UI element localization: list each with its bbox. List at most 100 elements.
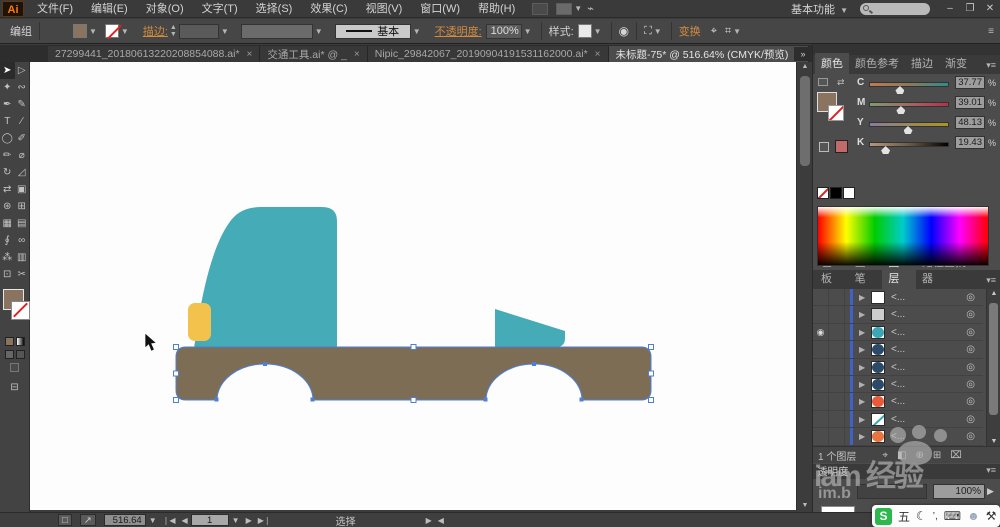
gradient-tool[interactable]: ▤ [15,215,30,232]
transparency-panel-menu-icon[interactable]: ▾≡ [982,465,1000,479]
visibility-toggle[interactable] [813,410,829,428]
menu-select[interactable]: 选择(S) [247,0,302,18]
cs-live-icon[interactable]: ⌁ [587,2,594,15]
eyedropper-tool[interactable]: ∮ [0,232,15,249]
visibility-toggle[interactable] [813,358,829,375]
variable-width-profile[interactable] [240,23,313,39]
target-icon[interactable]: ◎ [966,414,975,425]
target-icon[interactable]: ◎ [966,309,975,320]
stroke-weight-field[interactable] [178,23,219,39]
layer-row[interactable]: ▶ <... ◎ [813,428,983,446]
width-tool[interactable]: ⇄ [0,181,15,198]
isolate-icon[interactable]: ⌖ [711,25,717,38]
menu-edit[interactable]: 编辑(E) [82,0,137,18]
zoom-level-field[interactable]: 516.64 [103,514,146,526]
statusbar-left-arrow-icon[interactable]: ◀ [438,516,444,525]
slider-thumb-icon[interactable] [895,86,905,94]
layers-panel-menu-icon[interactable]: ▾≡ [982,275,1000,289]
magic-wand-tool[interactable]: ✦ [0,79,15,96]
channel-slider[interactable] [869,122,949,134]
layer-row[interactable]: ▶ <... ◎ [813,358,983,376]
style-swatch[interactable] [577,24,592,38]
ime-punct-icon[interactable]: ’, [933,511,938,522]
make-clip-mask-icon[interactable]: ◧ [897,450,906,461]
close-tab-icon[interactable]: × [595,49,601,60]
layer-thumbnail[interactable] [871,377,885,391]
stroke-weight-dropdown-icon[interactable]: ▼ [219,27,231,36]
blend-tool[interactable]: ∞ [15,232,30,249]
collapse-tools-icon[interactable]: ⊟ [10,382,18,393]
layer-row[interactable]: ▶ <... ◎ [813,306,983,324]
channel-slider[interactable] [869,142,949,154]
layer-label[interactable]: <... [891,431,905,442]
lock-toggle[interactable] [829,341,845,358]
paintbrush-tool[interactable]: ✐ [15,130,30,147]
first-artboard-icon[interactable]: ❘◀ [163,516,176,525]
artboard-canvas[interactable] [30,62,796,510]
expand-icon[interactable]: ▶ [859,293,865,302]
select-similar-dropdown-icon[interactable]: ▼ [731,27,743,36]
ellipse-tool[interactable]: ◯ [0,130,15,147]
visibility-toggle[interactable] [813,375,829,393]
white-chip[interactable] [843,187,855,199]
next-artboard-icon[interactable]: ▶ [246,516,252,525]
lasso-tool[interactable]: ∾ [15,79,30,96]
target-icon[interactable]: ◎ [966,292,975,303]
expand-icon[interactable]: ▶ [859,380,865,389]
expand-icon[interactable]: ▶ [859,363,865,372]
slider-thumb-icon[interactable] [903,126,913,134]
layer-thumbnail[interactable] [871,430,885,444]
new-layer-icon[interactable]: ⊞ [933,450,941,461]
menu-effect[interactable]: 效果(C) [301,0,356,18]
zoom-tool-mini-icon[interactable]: □ [58,514,72,526]
layer-thumbnail[interactable] [871,308,885,322]
lock-toggle[interactable] [829,306,845,323]
expand-icon[interactable]: ▶ [859,310,865,319]
fill-dropdown-icon[interactable]: ▼ [87,27,99,36]
expand-icon[interactable]: ▶ [859,328,865,337]
tab-stroke[interactable]: 描边 [905,53,939,74]
target-icon[interactable]: ◎ [966,379,975,390]
recolor-artwork-icon[interactable]: ◉ [619,24,629,38]
align-dropdown-icon[interactable]: ▼ [652,27,664,36]
layer-thumbnail[interactable] [871,343,885,357]
menu-window[interactable]: 窗口(W) [411,0,469,18]
target-icon[interactable]: ◎ [966,431,975,442]
target-icon[interactable]: ◎ [966,396,975,407]
canvas-vscrollbar[interactable]: ▲ ▼ [796,62,812,510]
statusbar-right-arrow-icon[interactable]: ▶ [426,516,432,525]
zoom-dropdown-icon[interactable]: ▼ [149,516,157,525]
doc-tab-2[interactable]: 交通工具.ai* @ _ × [260,46,368,62]
search-input[interactable] [860,2,930,15]
layer-label[interactable]: <... [891,344,905,355]
stroke-weight-stepper[interactable]: ▲ ▼ [168,24,179,38]
lock-toggle[interactable] [829,393,845,410]
control-panel-menu-icon[interactable]: ≡ [988,26,994,37]
slider-thumb-icon[interactable] [896,106,906,114]
target-icon[interactable]: ◎ [966,344,975,355]
layer-label[interactable]: <... [891,379,905,390]
ime-keyboard-icon[interactable]: ⌨ [944,509,961,523]
layer-row[interactable]: ▶ <... ◎ [813,289,983,307]
arrange-documents-icon[interactable] [556,2,573,15]
line-segment-tool[interactable]: ∕ [15,113,30,130]
style-dropdown-icon[interactable]: ▼ [592,27,604,36]
blend-mode-select[interactable] [857,484,927,499]
delete-layer-icon[interactable]: ⌧ [950,450,962,461]
black-chip[interactable] [830,187,842,199]
gradient-mode-button[interactable] [15,337,25,346]
fill-color-swatch[interactable] [73,24,87,38]
tab-color-guide[interactable]: 颜色参考 [849,53,905,74]
artboard-dropdown-icon[interactable]: ▼ [232,516,240,525]
type-tool[interactable]: T [0,113,15,130]
channel-value-field[interactable]: 37.77 [955,76,985,89]
visibility-toggle[interactable] [813,289,829,306]
rotate-tool[interactable]: ↻ [0,164,15,181]
ime-wrench-icon[interactable]: ⚒ [986,509,997,523]
draw-behind-button[interactable] [15,350,25,359]
menu-file[interactable]: 文件(F) [28,0,82,18]
lock-toggle[interactable] [829,289,845,306]
direct-selection-tool[interactable]: ▷ [15,62,30,79]
lock-toggle[interactable] [829,323,845,341]
menu-object[interactable]: 对象(O) [137,0,193,18]
